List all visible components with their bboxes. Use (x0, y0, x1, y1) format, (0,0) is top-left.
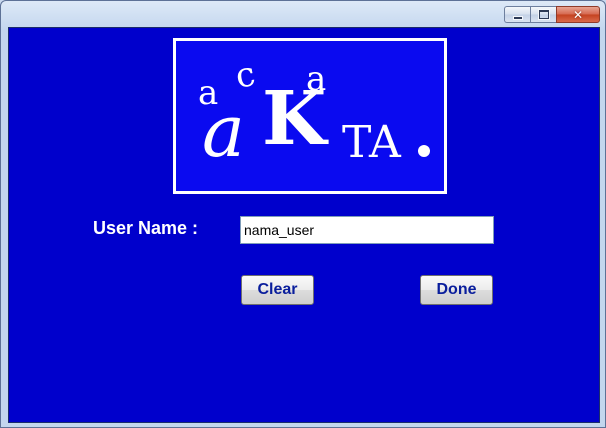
maximize-button[interactable] (530, 6, 556, 23)
minimize-button[interactable] (504, 6, 530, 23)
logo: a c a a K TA (173, 38, 447, 194)
minimize-icon (512, 15, 523, 20)
title-bar[interactable]: ✕ (1, 1, 605, 27)
done-button[interactable]: Done (420, 275, 493, 305)
logo-graphic: a c a a K TA (198, 54, 430, 173)
logo-dot (418, 145, 430, 157)
username-input[interactable] (240, 216, 494, 244)
app-window: ✕ a c a a K TA User Name : Clear Done (0, 0, 606, 428)
clear-button[interactable]: Clear (241, 275, 314, 305)
window-controls: ✕ (504, 6, 600, 23)
username-label: User Name : (93, 218, 199, 238)
logo-big-a: a (202, 89, 245, 173)
logo-ta: TA (342, 117, 402, 168)
logo-big-k: K (262, 76, 329, 162)
close-button[interactable]: ✕ (556, 6, 600, 23)
maximize-icon (538, 10, 549, 19)
close-icon: ✕ (572, 7, 584, 22)
main-panel: a c a a K TA User Name : Clear Done (8, 27, 600, 423)
